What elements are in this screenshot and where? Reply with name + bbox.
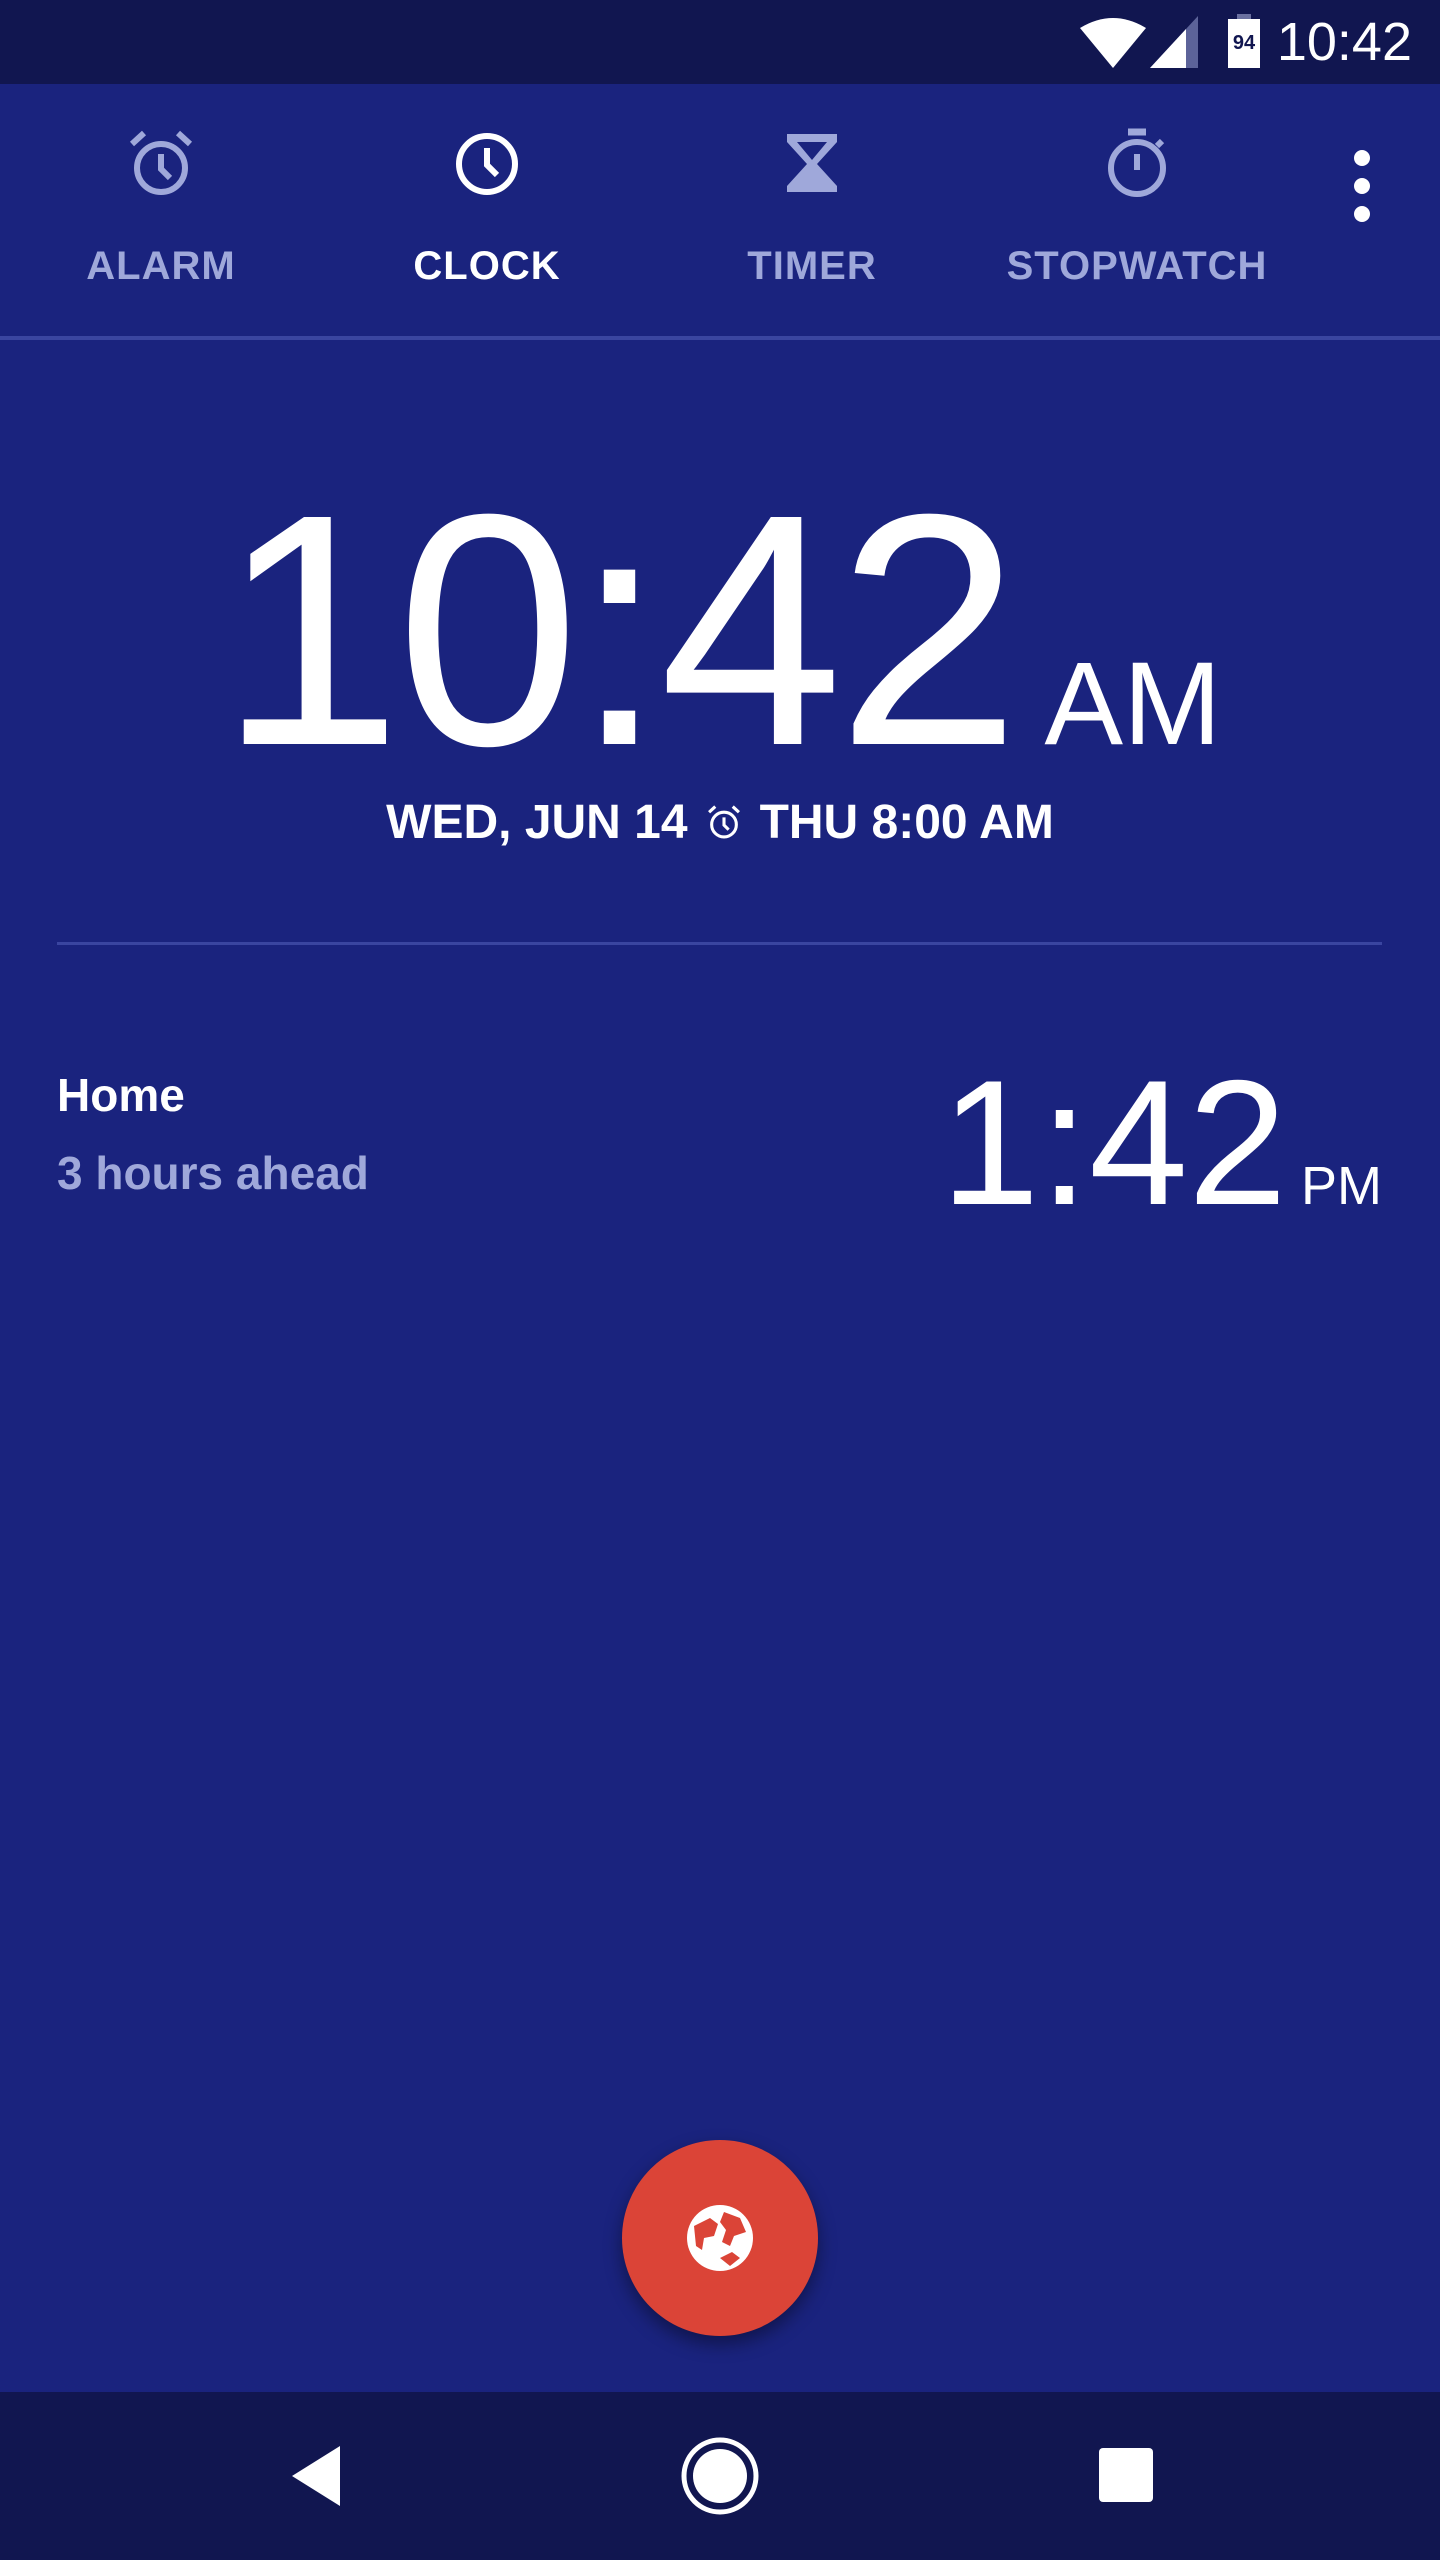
main-time: 10:42	[218, 445, 1021, 814]
tab-bar: ALARM CLOCK TIMER STOPWATCH	[0, 84, 1440, 340]
more-vert-icon	[1354, 150, 1370, 222]
battery-level: 94	[1228, 19, 1260, 68]
city-name: Home	[57, 1069, 185, 1121]
tab-label: STOPWATCH	[1006, 244, 1268, 288]
recents-icon[interactable]	[1099, 2448, 1153, 2502]
signal-icon	[1150, 16, 1198, 68]
stopwatch-icon	[1108, 128, 1166, 197]
status-bar: 94 10:42	[0, 0, 1440, 84]
tab-label: CLOCK	[413, 244, 561, 288]
city-time-display: 1:42 PM	[941, 1040, 1382, 1245]
date-line: WED, JUN 14 THU 8:00 AM	[0, 795, 1440, 850]
home-icon[interactable]	[680, 2436, 760, 2516]
city-ampm: PM	[1301, 1156, 1382, 1216]
wifi-icon	[1080, 18, 1146, 68]
current-date: WED, JUN 14	[386, 796, 688, 849]
globe-icon	[687, 2205, 753, 2271]
main-ampm: AM	[1044, 638, 1222, 770]
more-options-button[interactable]	[1332, 144, 1392, 244]
divider	[57, 942, 1382, 945]
tab-clock[interactable]: CLOCK	[337, 84, 637, 336]
tab-label: TIMER	[747, 244, 877, 288]
battery-icon: 94	[1228, 14, 1260, 68]
tab-alarm[interactable]: ALARM	[11, 84, 311, 336]
main-clock: 10:42 AM	[0, 440, 1440, 820]
tab-label: ALARM	[86, 244, 236, 288]
back-icon[interactable]	[288, 2444, 344, 2508]
add-city-button[interactable]	[622, 2140, 818, 2336]
city-time: 1:42	[940, 1043, 1287, 1242]
tab-stopwatch[interactable]: STOPWATCH	[987, 84, 1287, 336]
tab-timer[interactable]: TIMER	[662, 84, 962, 336]
hourglass-icon	[787, 134, 837, 192]
alarm-icon	[707, 805, 740, 839]
time-offset: 3 hours ahead	[57, 1147, 369, 1199]
next-alarm: THU 8:00 AM	[759, 796, 1054, 849]
status-time: 10:42	[1276, 12, 1412, 72]
navigation-bar	[0, 2392, 1440, 2560]
alarm-icon	[129, 130, 193, 195]
clock-icon	[456, 133, 518, 195]
